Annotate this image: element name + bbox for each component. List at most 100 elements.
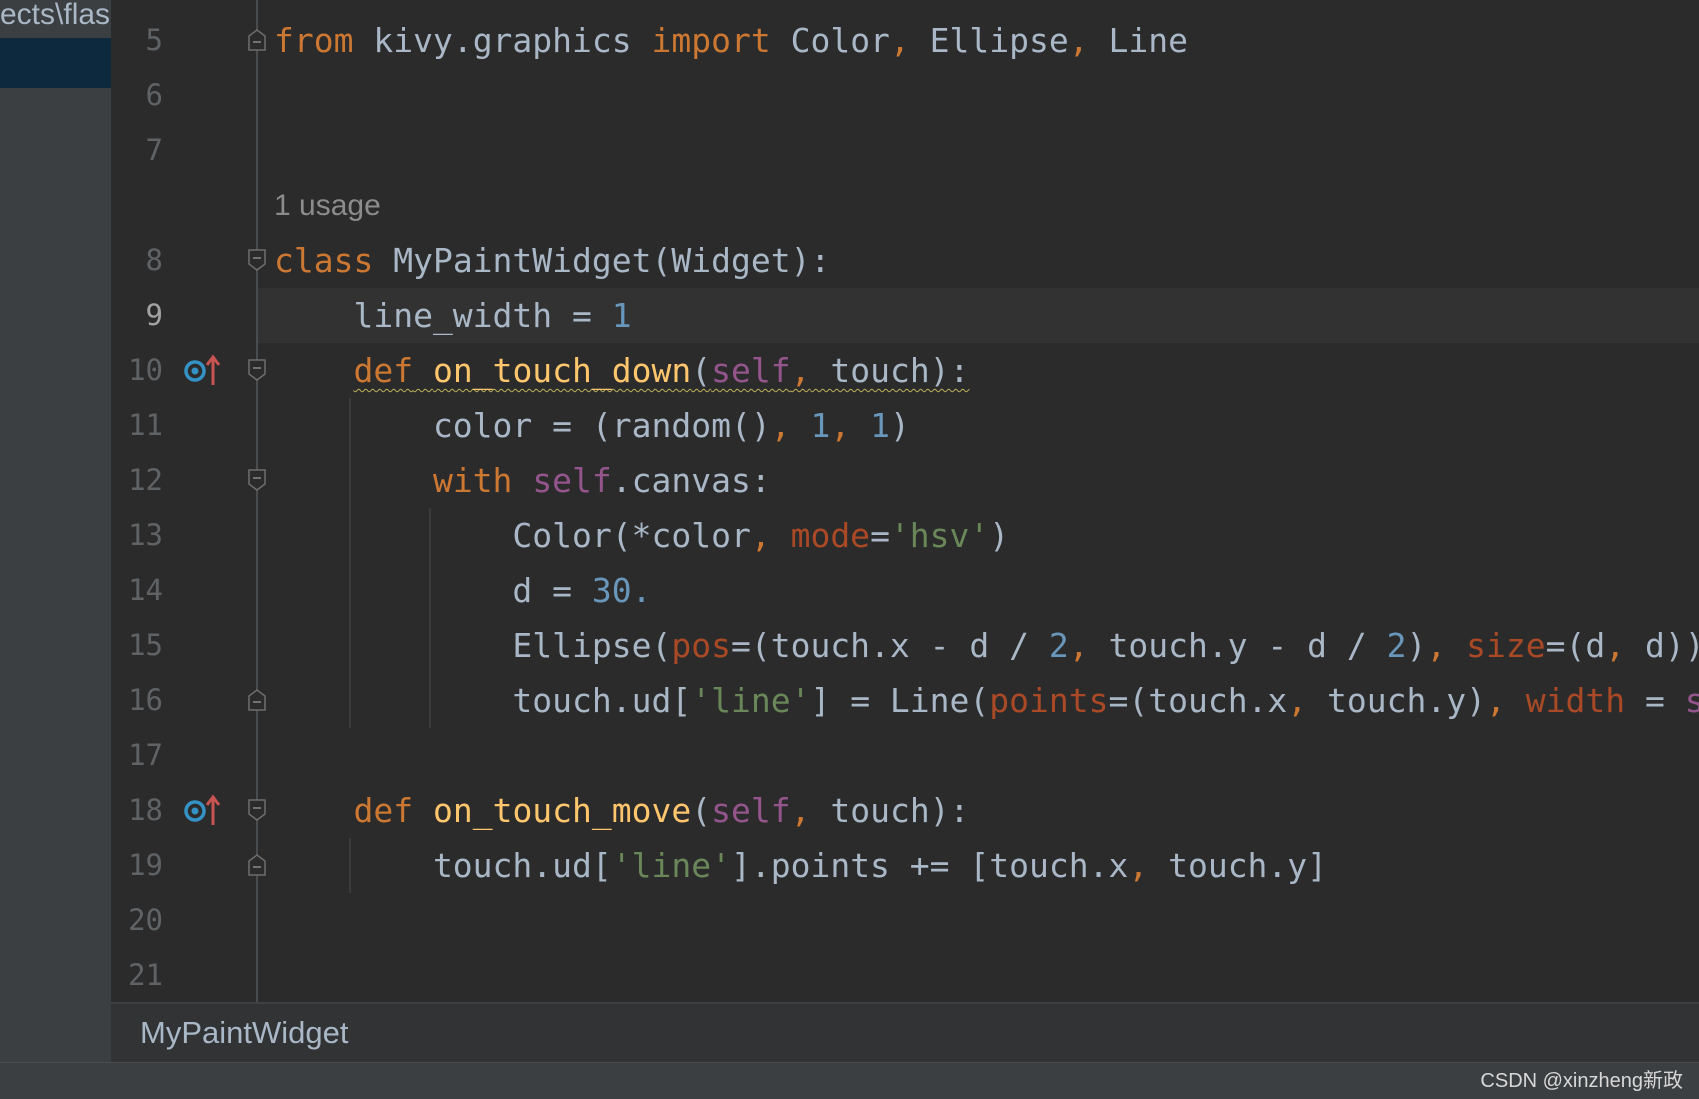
code-token: pos bbox=[671, 626, 731, 665]
line-code[interactable]: line_width = 1 bbox=[274, 288, 632, 343]
line-code[interactable]: class MyPaintWidget(Widget): bbox=[274, 233, 830, 288]
code-token: touch): bbox=[810, 351, 970, 390]
line-number: 12 bbox=[128, 463, 163, 497]
code-token: color = (random() bbox=[274, 406, 771, 445]
code-token: import bbox=[651, 21, 771, 60]
code-text: color = (random(), 1, 1) bbox=[274, 406, 910, 445]
line-number: 5 bbox=[145, 23, 163, 57]
code-line: 7 bbox=[111, 123, 1699, 178]
code-line: 14 d = 30. bbox=[111, 563, 1699, 618]
code-line: 8 class MyPaintWidget(Widget): bbox=[111, 233, 1699, 288]
line-code[interactable]: def on_touch_move(self, touch): bbox=[274, 783, 969, 838]
code-token: , bbox=[770, 406, 791, 445]
line-code[interactable]: color = (random(), 1, 1) bbox=[274, 398, 910, 453]
code-editor[interactable]: 1 usage 5 from kivy.graphics import Color… bbox=[111, 0, 1699, 1002]
line-code[interactable]: from kivy.graphics import Color, Ellipse… bbox=[274, 13, 1188, 68]
code-token: MyPaintWidget(Widget): bbox=[373, 241, 831, 280]
code-token: =(touch.x bbox=[1108, 681, 1288, 720]
code-token: ) bbox=[889, 406, 910, 445]
code-text: Ellipse(pos=(touch.x - d / 2, touch.y - … bbox=[274, 626, 1699, 665]
overrides-method-icon[interactable] bbox=[183, 793, 223, 827]
code-text: touch.ud['line'].points += [touch.x, tou… bbox=[274, 846, 1327, 885]
breadcrumb: MyPaintWidget bbox=[111, 1002, 1699, 1062]
breadcrumb-class-item[interactable]: MyPaintWidget bbox=[140, 1004, 348, 1062]
code-token: , bbox=[1605, 626, 1626, 665]
code-token: 30. bbox=[591, 571, 652, 610]
usage-hint[interactable]: 1 usage bbox=[274, 178, 381, 233]
code-token: , bbox=[1287, 681, 1308, 720]
line-code[interactable]: with self.canvas: bbox=[274, 453, 771, 508]
fold-marker-icon[interactable] bbox=[246, 853, 268, 877]
code-token: touch): bbox=[810, 791, 970, 830]
code-text: Color(*color, mode='hsv') bbox=[274, 516, 1009, 555]
code-token: = bbox=[1625, 681, 1685, 720]
sidebar-selected-item[interactable] bbox=[0, 38, 111, 88]
code-token: =(touch.x - d / bbox=[730, 626, 1049, 665]
code-token: Ellipse( bbox=[274, 626, 672, 665]
code-token: .canvas: bbox=[611, 461, 771, 500]
line-code[interactable]: touch.ud['line'].points += [touch.x, tou… bbox=[274, 838, 1327, 893]
fold-marker-icon[interactable] bbox=[246, 248, 268, 272]
code-token: , bbox=[750, 516, 771, 555]
code-token: ] = Line( bbox=[810, 681, 990, 720]
code-token: kivy.graphics bbox=[353, 21, 652, 60]
line-code[interactable]: d = 30. bbox=[274, 563, 652, 618]
line-code[interactable]: Color(*color, mode='hsv') bbox=[274, 508, 1009, 563]
code-token: 2 bbox=[1048, 626, 1069, 665]
code-line: 13 Color(*color, mode='hsv') bbox=[111, 508, 1699, 563]
code-token: Ellipse bbox=[909, 21, 1069, 60]
code-line: 10 def on_touch_down(self, touch): bbox=[111, 343, 1699, 398]
fold-marker-icon[interactable] bbox=[246, 358, 268, 382]
code-text: d = 30. bbox=[274, 571, 652, 610]
code-token: d)) bbox=[1625, 626, 1699, 665]
code-token: = bbox=[870, 516, 890, 555]
code-token: class bbox=[274, 241, 374, 280]
sidebar-path-text[interactable]: ects\flas bbox=[0, 0, 110, 32]
code-token: self bbox=[532, 461, 612, 500]
code-token: 1 bbox=[810, 406, 831, 445]
line-number: 16 bbox=[128, 683, 163, 717]
code-token: touch.ud[ bbox=[274, 681, 692, 720]
watermark-text: CSDN @xinzheng新政 bbox=[1480, 1070, 1683, 1092]
code-token: def bbox=[353, 351, 414, 390]
line-code[interactable]: def on_touch_down(self, touch): bbox=[274, 343, 969, 398]
status-bar: CSDN @xinzheng新政 bbox=[0, 1062, 1699, 1099]
line-code[interactable]: Ellipse(pos=(touch.x - d / 2, touch.y - … bbox=[274, 618, 1699, 673]
line-number: 21 bbox=[128, 958, 163, 992]
code-text: touch.ud['line'] = Line(points=(touch.x,… bbox=[274, 681, 1699, 720]
line-number: 15 bbox=[128, 628, 163, 662]
code-token: ) bbox=[989, 516, 1010, 555]
code-line: 15 Ellipse(pos=(touch.x - d / 2, touch.y… bbox=[111, 618, 1699, 673]
line-number: 18 bbox=[128, 793, 163, 827]
fold-marker-icon[interactable] bbox=[246, 468, 268, 492]
project-sidebar: ects\flas bbox=[0, 0, 111, 1062]
code-text: from kivy.graphics import Color, Ellipse… bbox=[274, 21, 1188, 60]
code-line: 18 def on_touch_move(self, touch): bbox=[111, 783, 1699, 838]
fold-marker-icon[interactable] bbox=[246, 798, 268, 822]
code-token: Color bbox=[770, 21, 890, 60]
line-number: 10 bbox=[128, 353, 163, 387]
fold-marker-icon[interactable] bbox=[246, 688, 268, 712]
fold-marker-icon[interactable] bbox=[246, 28, 268, 52]
code-token: def bbox=[353, 791, 414, 830]
code-token: ) bbox=[1406, 626, 1427, 665]
code-token: , bbox=[1426, 626, 1447, 665]
code-token: mode bbox=[790, 516, 871, 555]
code-line: 6 bbox=[111, 68, 1699, 123]
line-code[interactable]: touch.ud['line'] = Line(points=(touch.x,… bbox=[274, 673, 1699, 728]
code-token: 2 bbox=[1386, 626, 1407, 665]
code-token: from bbox=[274, 21, 354, 60]
code-token: 1 bbox=[611, 296, 632, 335]
code-token: ( bbox=[691, 791, 712, 830]
line-number: 13 bbox=[128, 518, 163, 552]
code-text: def on_touch_down(self, touch): bbox=[274, 351, 969, 390]
overrides-method-icon[interactable] bbox=[183, 353, 223, 387]
code-token: with bbox=[432, 461, 513, 500]
